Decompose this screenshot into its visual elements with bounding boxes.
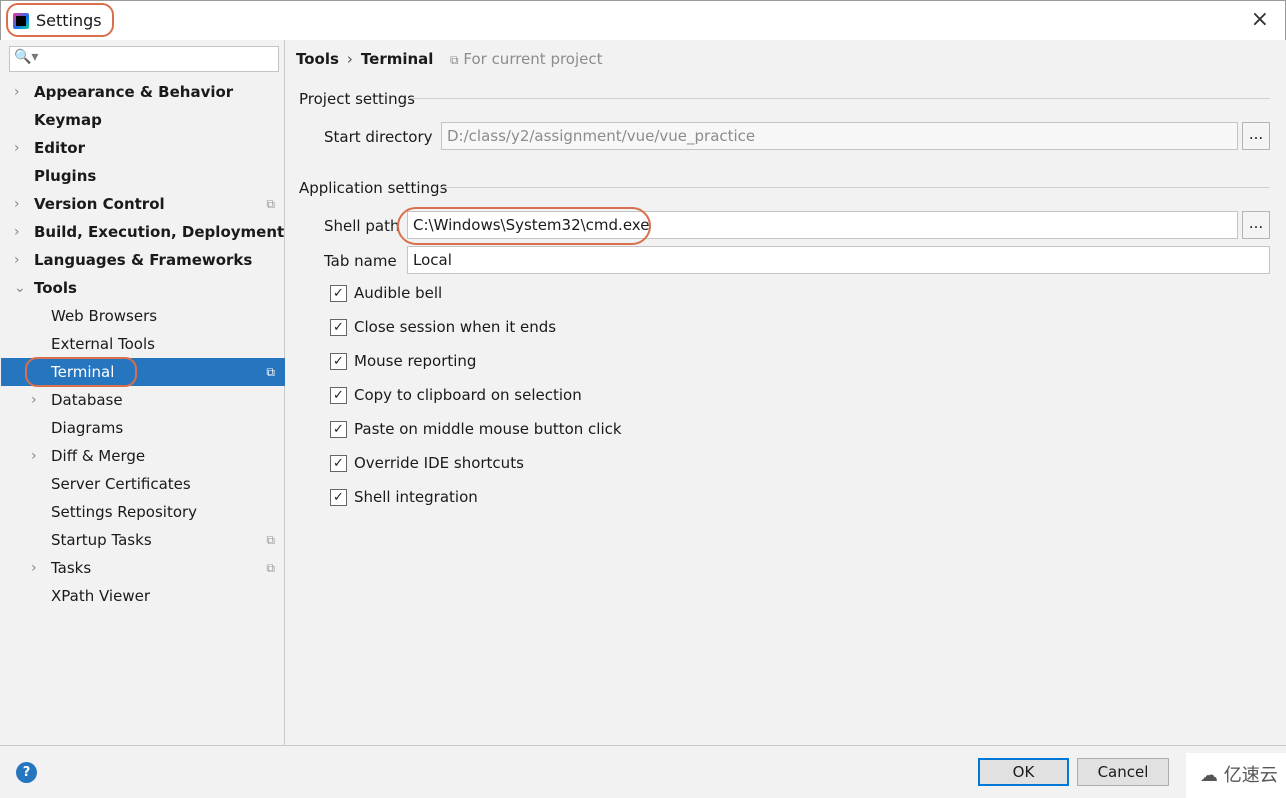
sidebar-item-label: Web Browsers [51, 307, 158, 325]
checkbox-icon[interactable]: ✓ [330, 387, 347, 404]
sidebar-item-label: Diff & Merge [51, 447, 146, 465]
checkbox-icon[interactable]: ✓ [330, 455, 347, 472]
chevron-right-icon[interactable]: › [31, 386, 37, 414]
sidebar-item-label: Build, Execution, Deployment [34, 223, 285, 241]
breadcrumb-tools: Tools [296, 50, 339, 68]
sidebar-item-editor[interactable]: › Editor [1, 134, 285, 162]
project-scope-icon: ⧉ [266, 533, 275, 547]
sidebar-item-label: Settings Repository [51, 503, 198, 521]
chevron-down-icon[interactable]: ⌄ [14, 274, 26, 302]
browse-start-directory-button[interactable]: ... [1242, 122, 1270, 150]
project-scope-icon: ⧉ [266, 197, 275, 211]
checkbox-icon[interactable]: ✓ [330, 319, 347, 336]
sidebar-item-label: Tools [34, 279, 77, 297]
project-settings-header: Project settings [299, 90, 415, 108]
sidebar-item-build-execution-deployment[interactable]: › Build, Execution, Deployment [1, 218, 285, 246]
terminal-settings-panel: Tools › Terminal ⧉ For current project Pro… [286, 40, 1286, 745]
sidebar-item-label: Tasks [51, 559, 92, 577]
sidebar-item-diff-merge[interactable]: › Diff & Merge [1, 442, 285, 470]
checkbox-label: Mouse reporting [354, 352, 477, 370]
sidebar-item-label: Diagrams [51, 419, 124, 437]
watermark-logo: ☁ 亿速云 [1186, 753, 1286, 798]
sidebar-item-version-control[interactable]: › Version Control ⧉ [1, 190, 285, 218]
sidebar-item-settings-repository[interactable]: Settings Repository [1, 498, 285, 526]
breadcrumb-terminal: Terminal [360, 50, 434, 68]
checkbox-icon[interactable]: ✓ [330, 353, 347, 370]
sidebar-item-languages-frameworks[interactable]: › Languages & Frameworks [1, 246, 285, 274]
chevron-right-icon: › [346, 50, 353, 68]
chevron-right-icon[interactable]: › [31, 554, 37, 582]
checkbox-icon[interactable]: ✓ [330, 489, 347, 506]
tab-name-field[interactable]: Local [407, 246, 1270, 274]
sidebar-item-label: Startup Tasks [51, 531, 152, 549]
chevron-right-icon[interactable]: › [14, 78, 20, 106]
title-bar: Settings × [0, 0, 1286, 40]
search-input[interactable]: 🔍▾ [9, 46, 279, 72]
application-settings-header: Application settings [299, 179, 448, 197]
sidebar-item-web-browsers[interactable]: Web Browsers [1, 302, 285, 330]
sidebar-item-plugins[interactable]: Plugins [1, 162, 285, 190]
close-icon[interactable]: × [1251, 7, 1269, 32]
checkbox-icon[interactable]: ✓ [330, 285, 347, 302]
sidebar-item-label: Editor [34, 139, 85, 157]
sidebar-item-xpath-viewer[interactable]: XPath Viewer [1, 582, 285, 610]
sidebar-item-label: Database [51, 391, 123, 409]
help-icon[interactable]: ? [16, 762, 37, 783]
checkbox-label: Audible bell [354, 284, 443, 302]
highlight-annotation [6, 3, 114, 37]
chevron-right-icon[interactable]: › [31, 442, 37, 470]
sidebar-item-database[interactable]: › Database [1, 386, 285, 414]
sidebar-item-label: Plugins [34, 167, 97, 185]
start-directory-label: Start directory [324, 128, 433, 146]
sidebar-item-external-tools[interactable]: External Tools [1, 330, 285, 358]
shell-path-label: Shell path [324, 217, 400, 235]
search-icon: 🔍▾ [14, 49, 39, 65]
scope-label: ⧉ For current project [450, 50, 603, 68]
highlight-annotation [397, 207, 651, 245]
chevron-right-icon[interactable]: › [14, 190, 20, 218]
sidebar-item-server-certificates[interactable]: Server Certificates [1, 470, 285, 498]
sidebar-item-appearance-behavior[interactable]: › Appearance & Behavior [1, 78, 285, 106]
checkbox-label: Shell integration [354, 488, 478, 506]
sidebar-item-startup-tasks[interactable]: Startup Tasks ⧉ [1, 526, 285, 554]
checkbox-label: Close session when it ends [354, 318, 557, 336]
highlight-annotation [25, 357, 137, 387]
checkbox-label: Paste on middle mouse button click [354, 420, 622, 438]
chevron-right-icon[interactable]: › [14, 246, 20, 274]
chevron-right-icon[interactable]: › [14, 218, 20, 246]
sidebar-item-tasks[interactable]: › Tasks ⧉ [1, 554, 285, 582]
ok-button[interactable]: OK [978, 758, 1069, 786]
cloud-icon: ☁ [1200, 765, 1218, 786]
sidebar-item-label: Languages & Frameworks [34, 251, 253, 269]
sidebar-item-keymap[interactable]: Keymap [1, 106, 285, 134]
settings-sidebar: 🔍▾ › Appearance & Behavior Keymap › Editor Pl… [1, 40, 285, 745]
browse-shell-path-button[interactable]: ... [1242, 211, 1270, 239]
checkbox-label: Copy to clipboard on selection [354, 386, 582, 404]
project-scope-icon: ⧉ [266, 365, 275, 379]
dialog-footer: ? OK Cancel [0, 745, 1286, 798]
sidebar-item-label: Keymap [34, 111, 102, 129]
divider [408, 98, 1270, 99]
chevron-right-icon[interactable]: › [14, 134, 20, 162]
breadcrumb: Tools › Terminal [296, 50, 433, 68]
scope-text: For current project [463, 50, 603, 68]
watermark-text: 亿速云 [1223, 765, 1278, 786]
project-scope-icon: ⧉ [266, 561, 275, 575]
sidebar-item-label: Appearance & Behavior [34, 83, 234, 101]
sidebar-item-label: External Tools [51, 335, 155, 353]
sidebar-item-label: XPath Viewer [51, 587, 150, 605]
sidebar-item-label: Server Certificates [51, 475, 191, 493]
sidebar-item-diagrams[interactable]: Diagrams [1, 414, 285, 442]
checkbox-icon[interactable]: ✓ [330, 421, 347, 438]
cancel-button[interactable]: Cancel [1077, 758, 1169, 786]
checkbox-label: Override IDE shortcuts [354, 454, 524, 472]
divider [440, 187, 1270, 188]
sidebar-item-tools[interactable]: ⌄ Tools [1, 274, 285, 302]
tab-name-label: Tab name [324, 252, 397, 270]
copy-icon: ⧉ [450, 53, 459, 67]
sidebar-item-label: Version Control [34, 195, 165, 213]
start-directory-field[interactable]: D:/class/y2/assignment/vue/vue_practice [441, 122, 1238, 150]
